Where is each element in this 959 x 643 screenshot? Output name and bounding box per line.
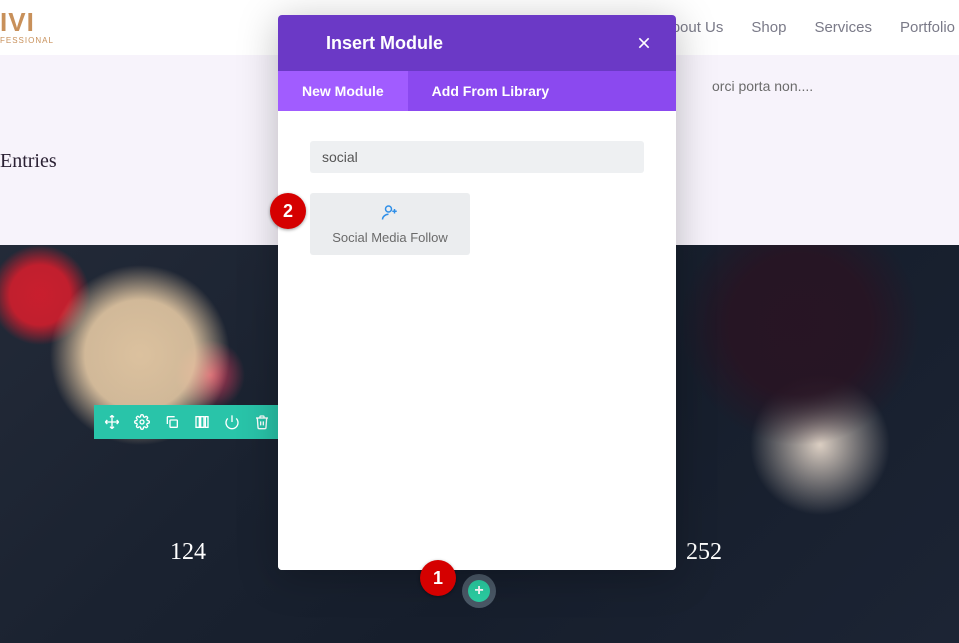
hero-text-right: 252: [686, 539, 722, 566]
tab-add-from-library[interactable]: Add From Library: [408, 71, 573, 111]
trash-icon[interactable]: [254, 414, 270, 430]
nav-services[interactable]: Services: [814, 19, 872, 36]
columns-icon[interactable]: [194, 414, 210, 430]
modal-tabs: New Module Add From Library: [278, 71, 676, 111]
add-module-button[interactable]: +: [462, 574, 496, 608]
move-icon[interactable]: [104, 414, 120, 430]
search-input[interactable]: [310, 141, 644, 173]
annotation-badge-1: 1: [420, 560, 456, 596]
person-plus-icon: [381, 208, 399, 225]
plus-icon: +: [468, 580, 490, 602]
nav-shop[interactable]: Shop: [751, 19, 786, 36]
module-social-media-follow[interactable]: Social Media Follow: [310, 193, 470, 255]
modal-title: Insert Module: [326, 33, 443, 54]
modal-body: Social Media Follow: [278, 111, 676, 570]
section-toolbar[interactable]: [94, 405, 280, 439]
tab-new-module[interactable]: New Module: [278, 71, 408, 111]
add-circle-outer: +: [462, 574, 496, 608]
site-logo[interactable]: IVI FESSIONAL: [0, 11, 54, 45]
close-icon[interactable]: [634, 33, 654, 53]
annotation-badge-2: 2: [270, 193, 306, 229]
hero-text-left: 124: [170, 539, 206, 566]
duplicate-icon[interactable]: [164, 414, 180, 430]
power-icon[interactable]: [224, 414, 240, 430]
logo-text: IVI: [0, 7, 35, 37]
modal-header[interactable]: Insert Module: [278, 15, 676, 71]
module-label: Social Media Follow: [318, 230, 462, 245]
insert-module-modal: Insert Module New Module Add From Librar…: [278, 15, 676, 570]
excerpt-text: orci porta non....: [712, 78, 813, 94]
module-results: Social Media Follow: [310, 193, 644, 255]
entries-label: Entries: [0, 150, 57, 173]
nav-portfolio[interactable]: Portfolio: [900, 19, 955, 36]
main-nav: About Us Shop Services Portfolio: [662, 19, 959, 36]
gear-icon[interactable]: [134, 414, 150, 430]
